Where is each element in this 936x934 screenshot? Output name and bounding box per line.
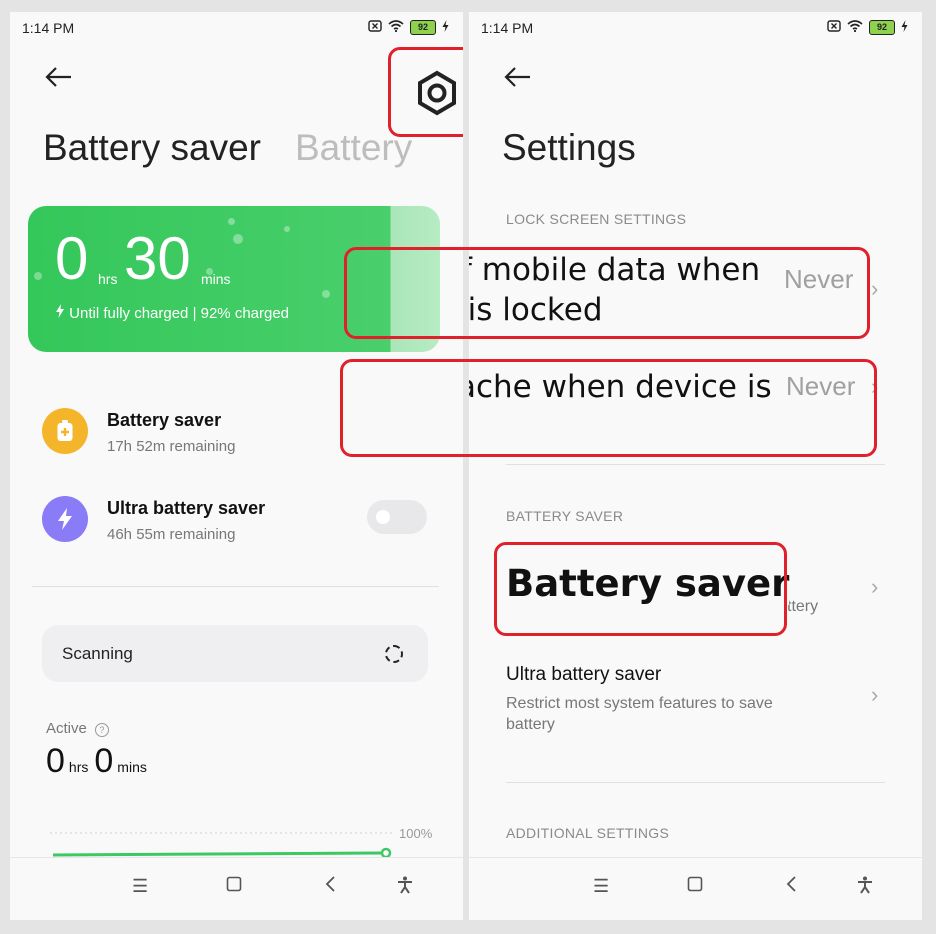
back-arrow-icon[interactable] (503, 66, 531, 93)
divider (32, 586, 439, 587)
loading-spinner-icon (385, 645, 403, 663)
home-icon[interactable] (687, 876, 703, 897)
status-icons: 92 (827, 20, 908, 35)
ultra-battery-saver-title: Ultra battery saver (107, 498, 266, 518)
back-nav-icon[interactable] (324, 876, 336, 897)
charge-hours-unit: hrs (98, 271, 118, 287)
chevron-right-icon: › (871, 682, 879, 707)
divider (506, 464, 885, 465)
page-title: Battery saver (43, 127, 261, 168)
status-icons: 92 (368, 20, 449, 35)
back-nav-icon[interactable] (785, 876, 797, 897)
menu-icon[interactable]: ☰ (593, 876, 609, 897)
annotation-box-clear-cache (340, 359, 877, 457)
battery-saver-remaining: 17h 52m remaining (107, 438, 236, 455)
battery-saver-subtitle-fragment: ttery (787, 598, 819, 615)
active-duration: 0 hrs 0 mins (46, 742, 147, 780)
battery-screen: 1:14 PM 92 Battery saver Battery 0 hrs 3… (10, 12, 463, 920)
section-lock-screen-settings: LOCK SCREEN SETTINGS (506, 211, 687, 227)
battery-saver-icon (42, 408, 88, 454)
divider (506, 782, 885, 783)
charge-subtitle: Until fully charged | 92% charged (55, 304, 289, 322)
battery-level-line (52, 851, 387, 857)
section-battery-saver: BATTERY SAVER (506, 508, 624, 524)
scanning-panel[interactable]: Scanning (42, 625, 428, 682)
battery-level-point (380, 847, 392, 859)
charging-bolt-icon (901, 20, 908, 35)
chart-max-label: 100% (399, 826, 433, 841)
battery-level-icon: 92 (410, 20, 436, 35)
no-sim-icon (827, 20, 841, 35)
ultra-battery-saver-setting-title: Ultra battery saver (506, 664, 662, 685)
page-title: Settings (502, 127, 636, 168)
ultra-battery-saver-toggle[interactable] (367, 500, 427, 534)
charge-hours: 0 (55, 225, 89, 292)
navigation-bar: ☰ (10, 857, 463, 920)
chevron-right-icon: › (871, 276, 879, 301)
annotation-box-mobile-data (344, 247, 870, 339)
chevron-right-icon: › (871, 574, 879, 599)
back-arrow-icon[interactable] (44, 66, 72, 93)
wifi-icon (847, 20, 863, 35)
charge-minutes-unit: mins (201, 271, 231, 287)
charging-bolt-icon (442, 20, 449, 35)
section-additional-settings: ADDITIONAL SETTINGS (506, 825, 670, 841)
ultra-lightning-icon (42, 496, 88, 542)
annotation-box-settings (388, 47, 463, 137)
active-section-label: Active? (46, 720, 109, 737)
battery-level-chart (50, 832, 395, 859)
battery-level-icon: 92 (869, 20, 895, 35)
accessibility-icon[interactable] (856, 876, 874, 899)
ultra-battery-saver-setting-subtitle: Restrict most system features to save bat… (506, 695, 773, 733)
ultra-battery-saver-remaining: 46h 55m remaining (107, 526, 236, 543)
accessibility-icon[interactable] (396, 876, 414, 899)
home-icon[interactable] (226, 876, 242, 897)
no-sim-icon (368, 20, 382, 35)
annotation-box-battery-saver (494, 542, 787, 636)
status-time: 1:14 PM (481, 20, 534, 36)
lightning-icon (55, 304, 65, 322)
help-icon[interactable]: ? (94, 723, 109, 737)
wifi-icon (388, 20, 404, 35)
status-time: 1:14 PM (22, 20, 75, 36)
charge-minutes: 30 (124, 225, 191, 292)
settings-screen: 1:14 PM 92 Settings LOCK SCREEN SETTINGS… (469, 12, 922, 920)
navigation-bar: ☰ (469, 857, 922, 920)
menu-icon[interactable]: ☰ (132, 876, 148, 897)
battery-saver-title: Battery saver (107, 410, 222, 430)
scanning-label: Scanning (62, 644, 133, 663)
